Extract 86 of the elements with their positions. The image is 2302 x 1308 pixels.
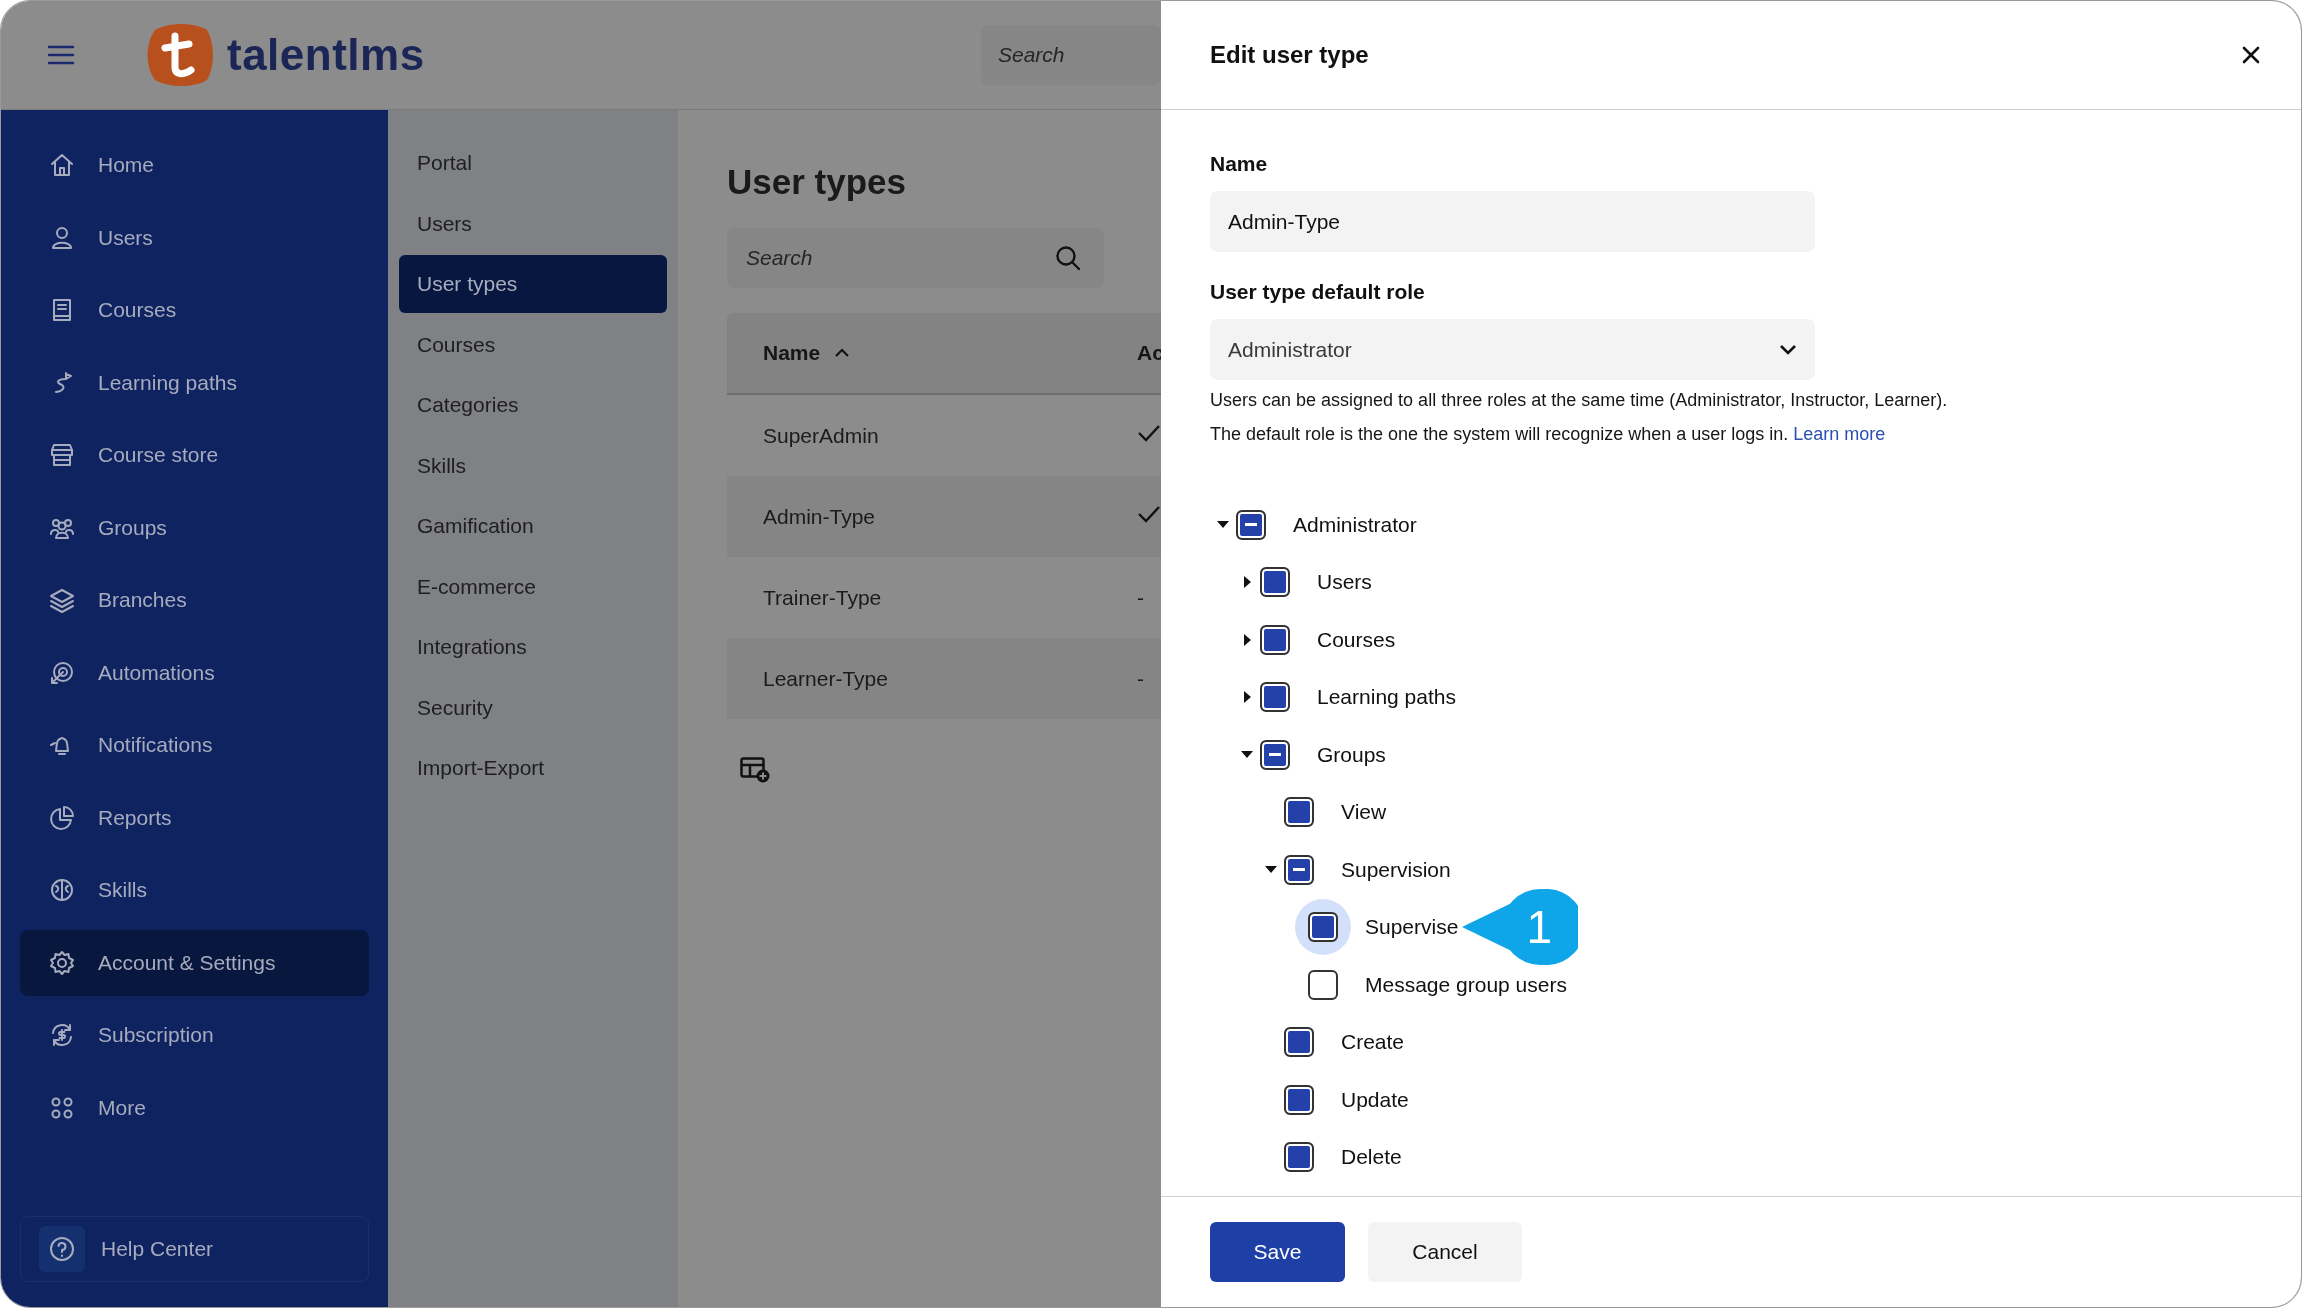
permission-label: Administrator (1293, 512, 1417, 537)
sidebar-item[interactable]: Automations (20, 639, 369, 706)
help-text: Users can be assigned to all three roles at the same time (Administrator, Instructor, Learner). (1210, 389, 1949, 412)
layers-icon (48, 586, 76, 614)
checkbox[interactable] (1260, 567, 1290, 598)
checkbox[interactable] (1284, 854, 1314, 885)
store-icon (48, 441, 76, 469)
permission-label: Delete (1341, 1145, 1402, 1170)
check-icon (1137, 423, 1161, 443)
settings-menu-item[interactable]: Skills (399, 436, 667, 495)
search-field[interactable]: Search (727, 228, 1104, 288)
checkbox[interactable] (1284, 1027, 1314, 1058)
table-cell: - (1137, 585, 1144, 609)
checkbox[interactable] (1260, 682, 1290, 713)
permission-label: Message group users (1365, 972, 1567, 997)
settings-menu-item[interactable]: Categories (399, 376, 667, 434)
sidebar-item[interactable]: More (20, 1074, 369, 1141)
sidebar-item[interactable]: Courses (20, 277, 369, 343)
sidebar-item[interactable]: Home (20, 132, 369, 198)
sidebar-item[interactable]: Account & Settings (20, 929, 369, 996)
checkbox[interactable] (1260, 624, 1290, 655)
permission-label: Create (1341, 1030, 1405, 1055)
learn-more-link[interactable]: Learn more (1793, 424, 1886, 444)
step-marker: 1 (1462, 889, 1579, 966)
permission-label: Courses (1317, 627, 1396, 652)
checkbox[interactable] (1308, 912, 1338, 943)
field-label: User type default role (1210, 280, 1426, 304)
settings-menu-item[interactable]: Users (399, 194, 667, 253)
search-icon[interactable] (1054, 244, 1082, 272)
table-cell: - (1137, 666, 1144, 690)
permission-label: Supervise (1365, 915, 1459, 940)
logo-icon (145, 22, 215, 88)
brand-name: talentlms (227, 30, 425, 80)
drawer-title: Edit user type (1210, 41, 1369, 69)
table-cell-text: Trainer-Type (762, 585, 883, 610)
menu-icon[interactable] (47, 44, 75, 66)
permission-label: Groups (1317, 742, 1386, 767)
table-cell-text: Admin-Type (762, 504, 877, 529)
checkbox[interactable] (1308, 969, 1338, 1000)
sidebar-item[interactable]: Course store (20, 422, 369, 488)
field-label: Name (1210, 152, 1269, 176)
settings-menu-item[interactable]: Security (399, 678, 667, 737)
permission-label: Learning paths (1317, 685, 1456, 710)
permission-label: View (1341, 800, 1387, 825)
sidebar-item[interactable]: Reports (20, 784, 369, 851)
settings-menu-item[interactable]: Courses (399, 315, 667, 374)
cancel-button[interactable]: Cancel (1368, 1222, 1522, 1282)
sidebar-item[interactable]: Branches (20, 567, 369, 633)
search-field[interactable]: Search (981, 25, 1161, 85)
settings-icon (48, 948, 76, 977)
help-text: The default role is the one the system will recognize when a user logs in. Learn more (1210, 423, 1887, 446)
column-header[interactable]: Name (727, 341, 1137, 365)
pie-chart-icon (48, 803, 76, 832)
settings-menu-item[interactable]: Integrations (399, 618, 667, 676)
help-icon (48, 1235, 76, 1263)
page-title: User types (727, 162, 906, 202)
checkbox[interactable] (1284, 1142, 1314, 1173)
table-cell-text: SuperAdmin (762, 423, 880, 448)
add-table-icon[interactable] (740, 757, 770, 783)
sidebar-item[interactable]: Users (20, 204, 369, 271)
home-icon (48, 151, 76, 179)
sidebar-item[interactable]: Groups (20, 494, 369, 561)
table-cell-text: Learner-Type (762, 666, 889, 691)
checkbox[interactable] (1260, 739, 1290, 770)
role-dropdown[interactable]: Administrator (1210, 319, 1815, 380)
sidebar-item[interactable]: Subscription (20, 1002, 369, 1068)
sidebar-item[interactable]: Skills (20, 857, 369, 923)
checkbox[interactable] (1284, 1084, 1314, 1115)
close-icon[interactable] (2241, 45, 2261, 65)
permission-label: Supervision (1341, 857, 1451, 882)
name-field[interactable]: Admin-Type (1210, 191, 1815, 252)
sidebar-item[interactable]: Notifications (20, 712, 369, 778)
caret-icon (1779, 343, 1797, 356)
settings-menu-item[interactable]: Import-Export (399, 739, 667, 797)
checkbox[interactable] (1236, 509, 1266, 540)
help-center-link[interactable]: Help Center (20, 1216, 369, 1282)
check-icon (1137, 504, 1161, 524)
settings-menu-item[interactable]: Gamification (399, 497, 667, 555)
settings-menu-item[interactable]: Portal (399, 134, 667, 192)
checkbox[interactable] (1284, 797, 1314, 828)
permission-label: Users (1317, 570, 1372, 595)
settings-menu-item[interactable]: User types (399, 255, 667, 313)
save-button[interactable]: Save (1210, 1222, 1345, 1282)
settings-menu-item[interactable]: E-commerce (399, 557, 667, 616)
sidebar-item[interactable]: Learning paths (20, 349, 369, 416)
permission-label: Update (1341, 1087, 1409, 1112)
